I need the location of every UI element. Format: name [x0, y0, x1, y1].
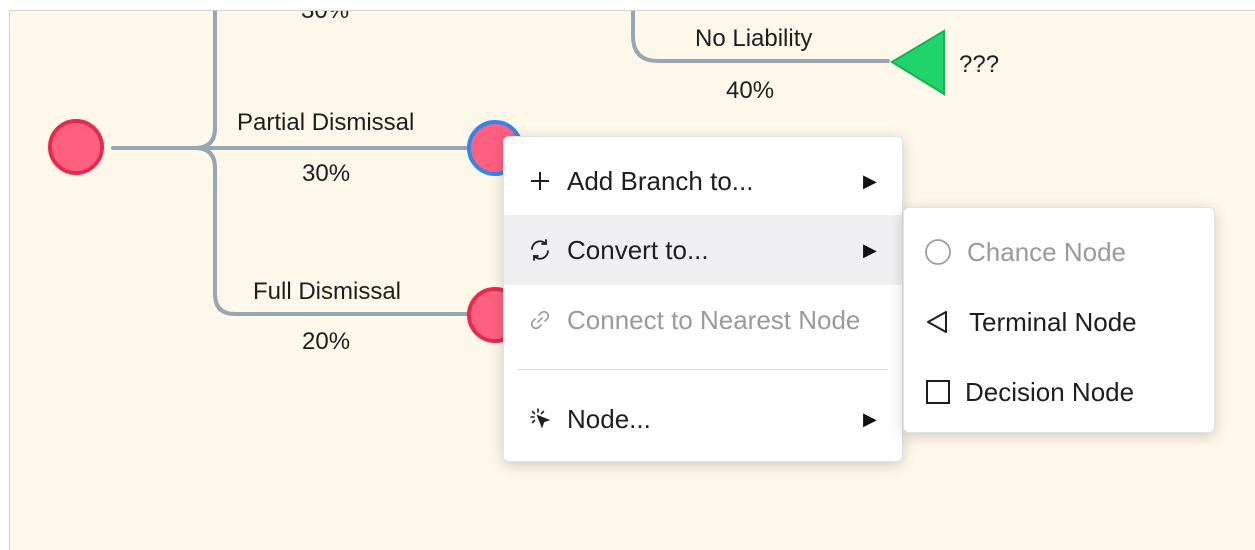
branch-label-full-dismissal[interactable]: Full Dismissal	[253, 278, 401, 306]
terminal-payoff[interactable]: ???	[959, 51, 999, 79]
menu-item-connect-nearest-node[interactable]: Connect to Nearest Node	[504, 285, 902, 355]
branch-label-partial-dismissal[interactable]: Partial Dismissal	[237, 109, 414, 137]
branch-probability-partial-dismissal[interactable]: 30%	[302, 160, 350, 188]
submenu-arrow-icon: ▶	[863, 170, 877, 191]
submenu-item-label: Decision Node	[965, 376, 1135, 407]
menu-item-add-branch[interactable]: Add Branch to... ▶	[504, 146, 902, 216]
square-icon	[923, 377, 953, 407]
menu-item-label: Node...	[567, 403, 651, 434]
branch-probability-top: 30%	[301, 10, 350, 24]
link-icon	[525, 305, 555, 335]
refresh-icon	[525, 235, 555, 265]
cursor-click-icon	[525, 404, 555, 434]
node-context-menu: Add Branch to... ▶ Convert to... ▶ Conne…	[503, 136, 903, 462]
menu-item-node[interactable]: Node... ▶	[504, 384, 902, 454]
submenu-item-label: Terminal Node	[969, 306, 1137, 337]
convert-to-submenu: Chance Node Terminal Node Decision Node	[903, 207, 1215, 433]
branch-label-no-liability[interactable]: No Liability	[695, 25, 812, 53]
terminal-node-no-liability[interactable]	[890, 29, 945, 96]
menu-item-label: Add Branch to...	[567, 165, 754, 196]
plus-icon	[525, 166, 555, 196]
branch-probability-full-dismissal[interactable]: 20%	[302, 328, 350, 356]
menu-separator	[518, 369, 888, 370]
triangle-left-icon	[923, 307, 953, 337]
submenu-item-chance-node[interactable]: Chance Node	[904, 217, 1214, 287]
circle-icon	[923, 237, 953, 267]
branch-line-top	[193, 11, 217, 150]
menu-item-label: Connect to Nearest Node	[567, 304, 861, 335]
submenu-item-decision-node[interactable]: Decision Node	[904, 357, 1214, 427]
branch-probability-no-liability[interactable]: 40%	[726, 77, 774, 105]
submenu-arrow-icon: ▶	[863, 408, 877, 429]
chance-node-root[interactable]	[48, 119, 104, 175]
menu-item-convert-to[interactable]: Convert to... ▶	[504, 215, 902, 285]
submenu-arrow-icon: ▶	[863, 239, 877, 260]
menu-item-label: Convert to...	[567, 234, 709, 265]
submenu-item-label: Chance Node	[967, 236, 1126, 267]
submenu-item-terminal-node[interactable]: Terminal Node	[904, 287, 1214, 357]
